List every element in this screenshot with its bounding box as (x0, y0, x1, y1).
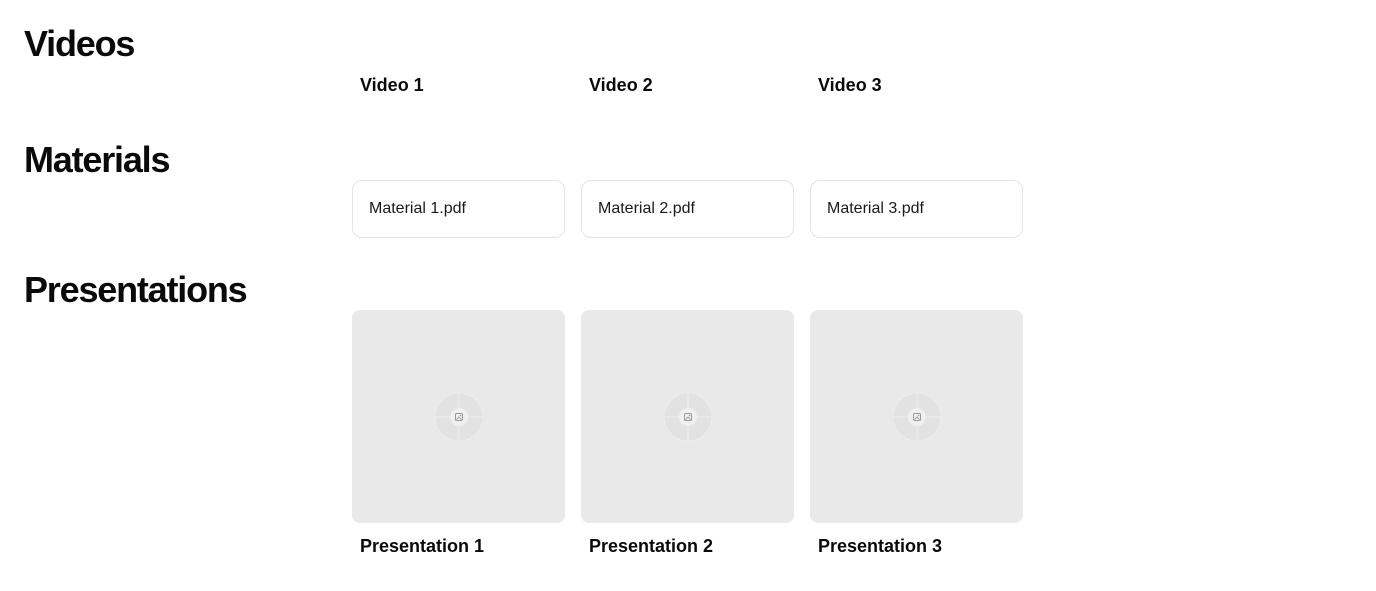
presentation-thumbnail[interactable] (352, 310, 565, 523)
presentations-heading: Presentations (24, 269, 248, 310)
material-card[interactable]: Material 1.pdf (352, 180, 565, 238)
material-card[interactable]: Material 3.pdf (810, 180, 1023, 238)
presentation-title[interactable]: Presentation 3 (810, 535, 1023, 557)
material-file-name: Material 1.pdf (369, 200, 466, 217)
presentation-thumbnail[interactable] (581, 310, 794, 523)
materials-heading: Materials (24, 139, 170, 180)
presentation-thumbnail[interactable] (810, 310, 1023, 523)
image-placeholder-icon (663, 392, 712, 441)
videos-list: Video 1 Video 2 Video 3 (352, 74, 1023, 96)
presentation-item: Presentation 2 (581, 310, 794, 557)
material-card[interactable]: Material 2.pdf (581, 180, 794, 238)
material-file-name: Material 3.pdf (827, 200, 924, 217)
videos-heading: Videos (24, 23, 135, 64)
presentations-list: Presentation 1 Presentation 2 Presentati… (352, 310, 1023, 557)
presentation-title[interactable]: Presentation 2 (581, 535, 794, 557)
video-item[interactable]: Video 2 (581, 74, 794, 96)
video-title[interactable]: Video 1 (352, 74, 565, 96)
presentation-title[interactable]: Presentation 1 (352, 535, 565, 557)
video-title[interactable]: Video 2 (581, 74, 794, 96)
materials-list: Material 1.pdf Material 2.pdf Material 3… (352, 180, 1023, 238)
image-placeholder-icon (892, 392, 941, 441)
video-item[interactable]: Video 3 (810, 74, 1023, 96)
presentation-item: Presentation 3 (810, 310, 1023, 557)
video-item[interactable]: Video 1 (352, 74, 565, 96)
presentation-item: Presentation 1 (352, 310, 565, 557)
material-file-name: Material 2.pdf (598, 200, 695, 217)
video-title[interactable]: Video 3 (810, 74, 1023, 96)
image-placeholder-icon (434, 392, 483, 441)
